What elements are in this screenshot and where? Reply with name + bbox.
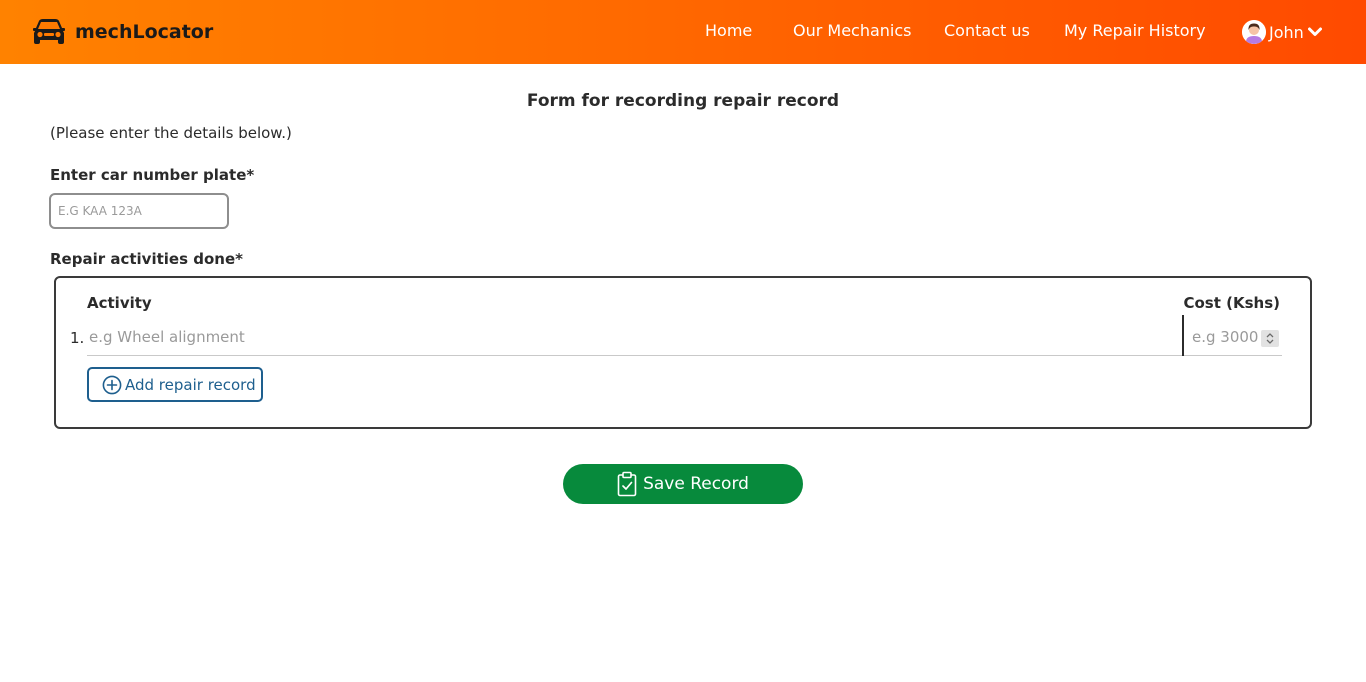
plate-input[interactable] [49,193,229,229]
save-record-label: Save Record [643,474,749,494]
activity-input[interactable] [87,318,1184,356]
stepper-arrows-icon [1266,333,1274,344]
nav-link-our-mechanics[interactable]: Our Mechanics [793,21,912,40]
user-menu[interactable]: John [1242,20,1322,44]
repair-activities-label: Repair activities done* [50,250,243,268]
row-number: 1. [70,329,85,347]
chevron-down-icon [1307,27,1322,36]
repair-activities-box: Activity Cost (Kshs) 1. Add repair recor… [54,276,1312,429]
cost-stepper[interactable] [1261,330,1279,347]
activity-column-header: Activity [87,294,152,312]
user-avatar-icon [1242,20,1266,44]
nav-links: Home Our Mechanics Contact us My Repair … [0,0,1366,64]
nav-link-contact-us[interactable]: Contact us [944,21,1030,40]
plate-label: Enter car number plate* [50,166,255,184]
form-instruction: (Please enter the details below.) [50,124,292,142]
add-repair-record-button[interactable]: Add repair record [87,367,263,402]
navbar: mechLocator Home Our Mechanics Contact u… [0,0,1366,64]
add-repair-record-label: Add repair record [125,375,256,394]
clipboard-check-icon [617,471,637,497]
nav-link-home[interactable]: Home [705,21,752,40]
save-record-button[interactable]: Save Record [563,464,803,504]
nav-link-repair-history[interactable]: My Repair History [1064,21,1206,40]
cost-column-header: Cost (Kshs) [1183,294,1280,312]
user-name: John [1269,22,1304,42]
plus-circle-icon [102,375,122,394]
form-title: Form for recording repair record [526,91,840,111]
